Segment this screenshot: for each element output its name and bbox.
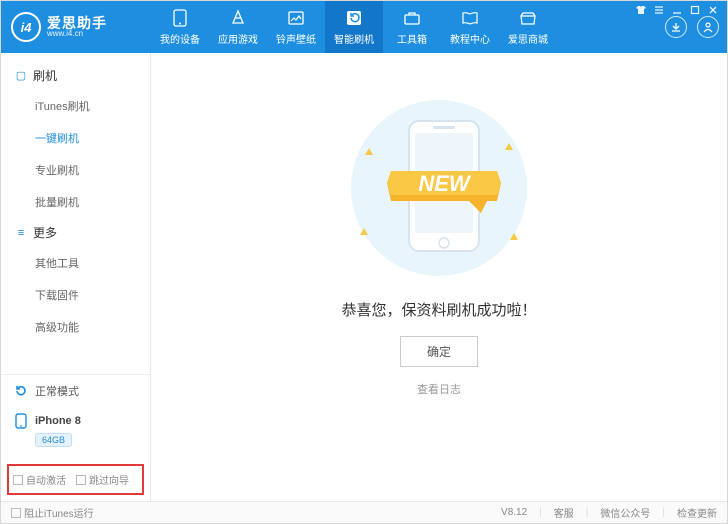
- sidebar-item-oneclick-flash[interactable]: 一键刷机: [1, 122, 150, 154]
- sidebar-item-download-firmware[interactable]: 下载固件: [1, 279, 150, 311]
- sidebar-group-label: 更多: [33, 224, 57, 241]
- checkbox-icon: [11, 508, 21, 518]
- success-illustration: NEW: [329, 93, 549, 283]
- download-icon[interactable]: [665, 16, 687, 38]
- menu-icon[interactable]: [653, 4, 665, 16]
- wallpaper-icon: [287, 9, 305, 27]
- nav-flash[interactable]: 智能刷机: [325, 1, 383, 53]
- toolbox-icon: [403, 9, 421, 27]
- window-controls: [635, 4, 719, 16]
- nav-tutorials[interactable]: 教程中心: [441, 1, 499, 53]
- device-mode[interactable]: 正常模式: [1, 375, 150, 407]
- nav-toolbox[interactable]: 工具箱: [383, 1, 441, 53]
- sidebar-item-other-tools[interactable]: 其他工具: [1, 247, 150, 279]
- ok-button[interactable]: 确定: [400, 336, 478, 367]
- checkbox-auto-activate[interactable]: 自动激活: [13, 472, 66, 487]
- nav-label: 我的设备: [160, 31, 200, 46]
- flash-icon: [345, 9, 363, 27]
- phone-icon: [171, 9, 189, 27]
- maximize-icon[interactable]: [689, 4, 701, 16]
- brand-subtitle: www.i4.cn: [47, 30, 107, 38]
- device-info[interactable]: iPhone 8 64GB: [1, 407, 150, 458]
- store-icon: [519, 9, 537, 27]
- device-name: iPhone 8: [35, 415, 81, 427]
- sidebar-item-pro-flash[interactable]: 专业刷机: [1, 154, 150, 186]
- device-mode-label: 正常模式: [35, 383, 79, 399]
- nav-label: 教程中心: [450, 31, 490, 46]
- main-panel: NEW 恭喜您，保资料刷机成功啦！ 确定 查看日志: [151, 53, 727, 501]
- tshirt-icon[interactable]: [635, 4, 647, 16]
- refresh-blue-icon: [13, 383, 29, 399]
- close-icon[interactable]: [707, 4, 719, 16]
- brand-title: 爱思助手: [47, 16, 107, 30]
- new-ribbon-text: NEW: [418, 171, 472, 196]
- checkbox-icon: [76, 475, 86, 485]
- separator: |: [539, 507, 542, 518]
- sidebar-group-flash: ▢ 刷机: [1, 61, 150, 90]
- separator: |: [662, 507, 665, 518]
- nav-apps[interactable]: 应用游戏: [209, 1, 267, 53]
- phone-blue-icon: [13, 413, 29, 429]
- checkbox-label: 自动激活: [26, 472, 66, 487]
- version-label: V8.12: [501, 507, 527, 518]
- sidebar-item-itunes-flash[interactable]: iTunes刷机: [1, 90, 150, 122]
- app-header: i4 爱思助手 www.i4.cn 我的设备 应用游戏 铃声壁纸 智能刷机 工具…: [1, 1, 727, 53]
- phone-outline-icon: ▢: [15, 69, 27, 82]
- view-log-link[interactable]: 查看日志: [417, 381, 461, 397]
- checkbox-skip-guide[interactable]: 跳过向导: [76, 472, 129, 487]
- brand: i4 爱思助手 www.i4.cn: [1, 12, 151, 42]
- book-icon: [461, 9, 479, 27]
- apps-icon: [229, 9, 247, 27]
- checkbox-label: 阻止iTunes运行: [24, 505, 94, 520]
- user-icon[interactable]: [697, 16, 719, 38]
- wechat-link[interactable]: 微信公众号: [600, 505, 650, 520]
- check-update-link[interactable]: 检查更新: [677, 505, 717, 520]
- nav-label: 工具箱: [397, 31, 427, 46]
- top-nav: 我的设备 应用游戏 铃声壁纸 智能刷机 工具箱 教程中心 爱思商城: [151, 1, 659, 53]
- checkbox-label: 跳过向导: [89, 472, 129, 487]
- storage-badge: 64GB: [35, 433, 72, 447]
- sidebar: ▢ 刷机 iTunes刷机 一键刷机 专业刷机 批量刷机 ≡ 更多 其他工具 下…: [1, 53, 151, 501]
- flash-options-highlight: 自动激活 跳过向导: [7, 464, 144, 495]
- separator: |: [586, 507, 589, 518]
- header-right-icons: [659, 16, 727, 38]
- sidebar-item-batch-flash[interactable]: 批量刷机: [1, 186, 150, 218]
- nav-ringtones[interactable]: 铃声壁纸: [267, 1, 325, 53]
- status-bar: 阻止iTunes运行 V8.12 | 客服 | 微信公众号 | 检查更新: [1, 501, 727, 523]
- success-message: 恭喜您，保资料刷机成功啦！: [341, 299, 536, 320]
- nav-store[interactable]: 爱思商城: [499, 1, 557, 53]
- checkbox-block-itunes[interactable]: 阻止iTunes运行: [11, 505, 94, 520]
- nav-label: 应用游戏: [218, 31, 258, 46]
- checkbox-icon: [13, 475, 23, 485]
- nav-label: 铃声壁纸: [276, 31, 316, 46]
- sidebar-group-label: 刷机: [33, 67, 57, 84]
- nav-my-device[interactable]: 我的设备: [151, 1, 209, 53]
- nav-label: 爱思商城: [508, 31, 548, 46]
- brand-logo-icon: i4: [11, 12, 41, 42]
- more-icon: ≡: [15, 227, 27, 239]
- minimize-icon[interactable]: [671, 4, 683, 16]
- sidebar-group-more: ≡ 更多: [1, 218, 150, 247]
- sidebar-item-advanced[interactable]: 高级功能: [1, 311, 150, 343]
- support-link[interactable]: 客服: [554, 505, 574, 520]
- nav-label: 智能刷机: [334, 31, 374, 46]
